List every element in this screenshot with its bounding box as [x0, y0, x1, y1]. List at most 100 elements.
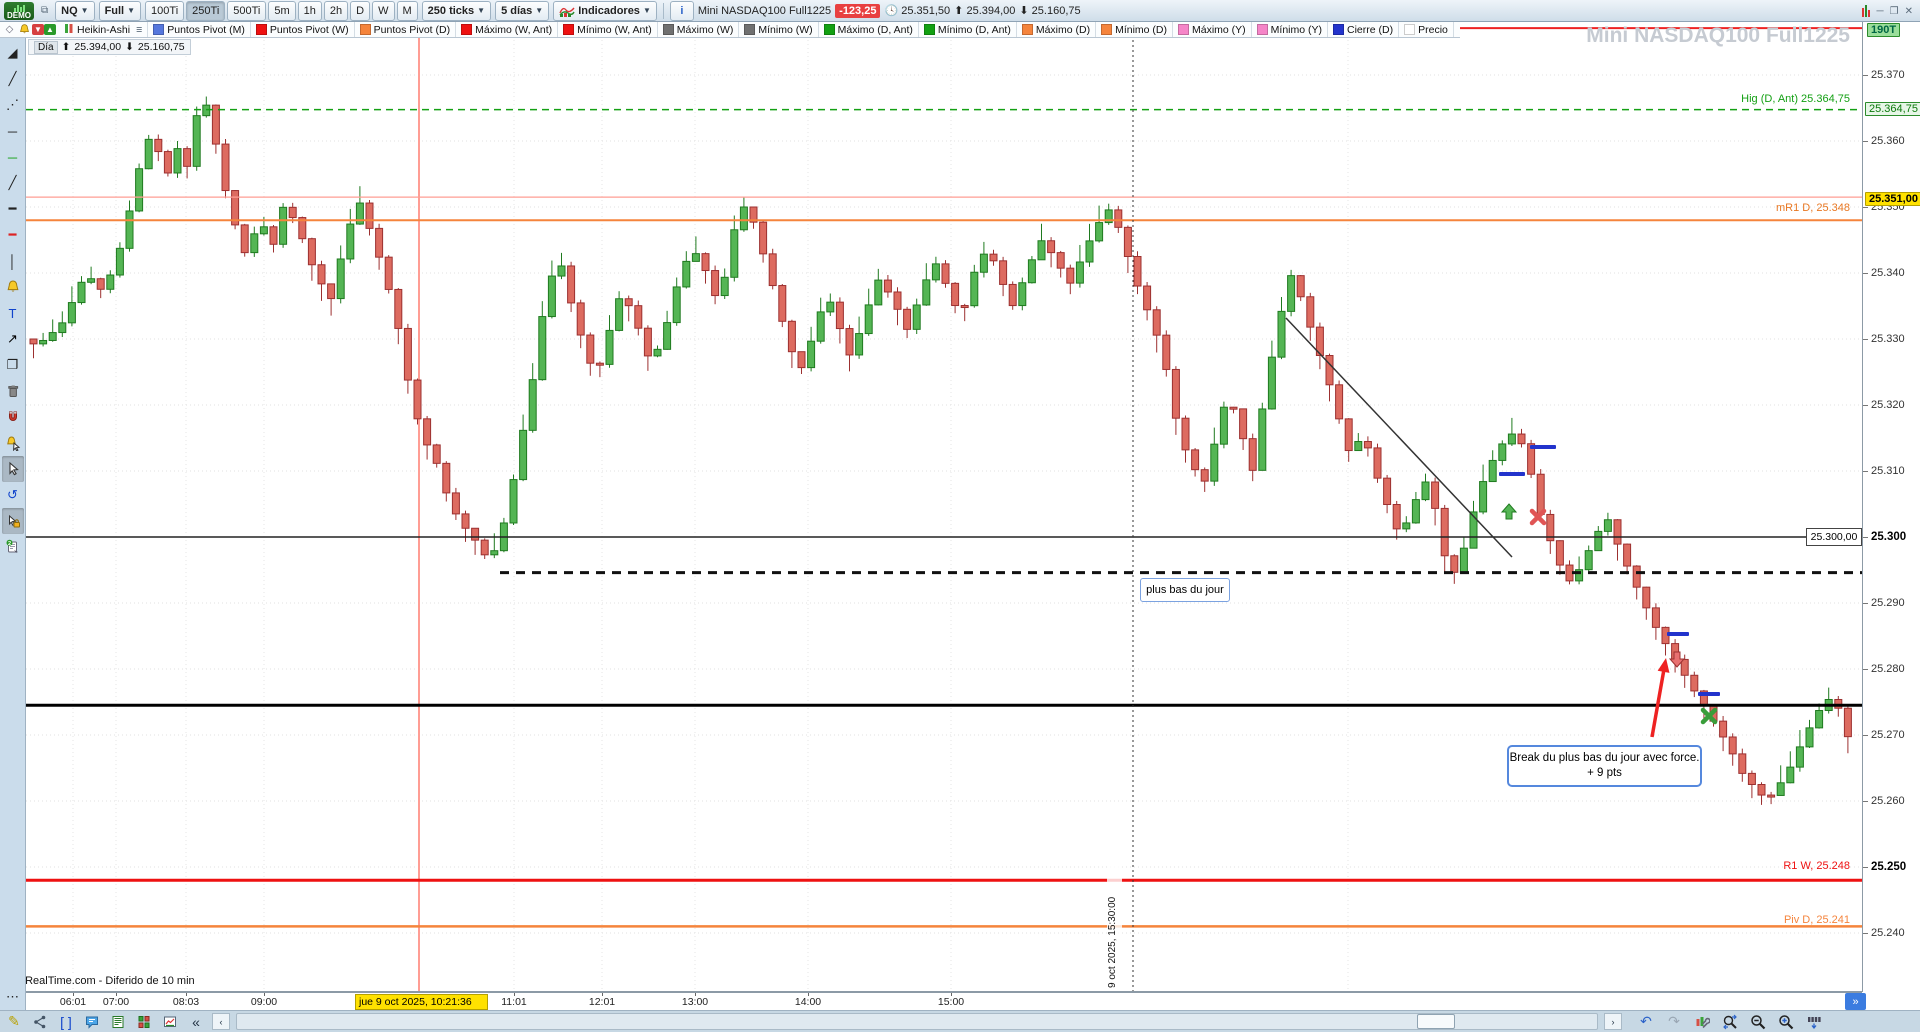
- indicator-chip-puntos-pivot-w-[interactable]: Puntos Pivot (W): [251, 22, 355, 37]
- visible-range-select[interactable]: 5 días ▼: [495, 0, 550, 21]
- indicator-chip-precio[interactable]: Precio: [1399, 22, 1454, 37]
- tick-count-select[interactable]: 250 ticks ▼: [421, 0, 492, 21]
- symbol-select[interactable]: NQ ▼: [55, 0, 95, 21]
- segment-tool-icon[interactable]: ╱: [2, 66, 24, 92]
- indicator-chip-m-ximo-w-ant-[interactable]: Máximo (W, Ant): [456, 22, 559, 37]
- pen-icon[interactable]: ✎: [4, 1013, 24, 1031]
- scroll-left-button[interactable]: ‹: [212, 1013, 230, 1030]
- horizontal-line-tool-icon[interactable]: ━: [2, 196, 24, 222]
- timeframe-button-m[interactable]: M: [396, 0, 418, 21]
- delete-tool-icon[interactable]: [2, 378, 24, 404]
- zoom-in-icon[interactable]: [1776, 1013, 1796, 1031]
- divider: [662, 2, 664, 19]
- scrollbar-thumb[interactable]: [1417, 1014, 1455, 1029]
- indicator-chip-puntos-pivot-d-[interactable]: Puntos Pivot (D): [355, 22, 457, 37]
- entry-dash-marker: [1667, 632, 1689, 636]
- price-axis[interactable]: 25.370 25.360 25.350 25.340 25.330 25.320 25.3…: [1862, 20, 1920, 992]
- contract-select[interactable]: Full ▼: [98, 0, 142, 21]
- day-range-row: Día ⬆ 25.394,00 ⬇ 25.160,75: [28, 39, 191, 55]
- maximize-icon[interactable]: ❐: [1887, 6, 1902, 17]
- chart-settings-icon[interactable]: [1692, 1013, 1712, 1031]
- plus-bas-note[interactable]: plus bas du jour: [1140, 578, 1230, 602]
- price-line-label[interactable]: 25.300,00: [1806, 528, 1862, 546]
- timeframe-button-2h[interactable]: 2h: [323, 0, 349, 21]
- alarm-pointer-tool-icon[interactable]: [2, 430, 24, 456]
- price-tick: [1863, 603, 1868, 604]
- indicator-chip-m-nimo-w-ant-[interactable]: Mínimo (W, Ant): [558, 22, 658, 37]
- lock-cursor-tool-icon[interactable]: [1, 508, 24, 534]
- indicator-chip-m-ximo-d-ant-[interactable]: Máximo (D, Ant): [819, 22, 919, 37]
- scroll-right-button[interactable]: ›: [1604, 1013, 1622, 1030]
- red-horizontal-line-tool-icon[interactable]: ━: [2, 222, 24, 248]
- indicator-chip-m-ximo-d-[interactable]: Máximo (D): [1017, 22, 1097, 37]
- chart-scrollbar[interactable]: [236, 1013, 1598, 1030]
- text-tool-icon[interactable]: T: [2, 300, 24, 326]
- positions-icon[interactable]: [134, 1013, 154, 1031]
- rotate-cursor-tool-icon[interactable]: ↺: [2, 482, 24, 508]
- timeframe-button-w[interactable]: W: [372, 0, 395, 21]
- jump-to-latest-button[interactable]: »: [1845, 993, 1866, 1010]
- link-icon[interactable]: ⧉: [38, 5, 51, 16]
- timeframe-button-1h[interactable]: 1h: [297, 0, 322, 21]
- break-note[interactable]: Break du plus bas du jour avec force. + 9…: [1507, 745, 1702, 787]
- redo-icon[interactable]: ↷: [1664, 1013, 1684, 1031]
- indicator-curves-icon: [559, 7, 575, 17]
- ruler-tool-icon[interactable]: ◢: [2, 40, 24, 66]
- indicator-chip-m-nimo-w-[interactable]: Mínimo (W): [739, 22, 819, 37]
- indicator-chip-puntos-pivot-m-[interactable]: Puntos Pivot (M): [148, 22, 251, 37]
- entry-dash-marker: [1698, 692, 1720, 696]
- day-label[interactable]: Día: [34, 40, 58, 54]
- sell-marker-icon[interactable]: ▼: [32, 24, 44, 35]
- timeframe-button-d[interactable]: D: [350, 0, 371, 21]
- time-axis[interactable]: 06:01 07:00 08:03 09:00 11:01 12:01 13:00 14:00…: [26, 992, 1862, 1011]
- indicator-chip-m-nimo-y-[interactable]: Mínimo (Y): [1252, 22, 1329, 37]
- indicator-chip-m-nimo-d-ant-[interactable]: Mínimo (D, Ant): [919, 22, 1017, 37]
- indicator-chip-m-ximo-w-[interactable]: Máximo (W): [658, 22, 740, 37]
- news-icon[interactable]: [108, 1013, 128, 1031]
- price-tick: [1863, 933, 1868, 934]
- extended-line-tool-icon[interactable]: ⋰: [2, 92, 24, 118]
- copy-tool-icon[interactable]: ❐: [2, 352, 24, 378]
- indicator-chip-m-nimo-d-[interactable]: Mínimo (D): [1096, 22, 1173, 37]
- timeframe-button-5m[interactable]: 5m: [268, 0, 296, 21]
- timeframe-button-500ti[interactable]: 500Ti: [227, 0, 267, 21]
- cursor-tool-icon[interactable]: [1, 456, 24, 482]
- indicator-chip-label: Máximo (W, Ant): [475, 23, 553, 36]
- minimize-icon[interactable]: ─: [1874, 6, 1887, 17]
- oblique-line-tool-icon[interactable]: ╱: [2, 170, 24, 196]
- vertical-time-label: 9 oct 2025, 15:30:00: [1107, 854, 1122, 988]
- magnet-tool-icon[interactable]: [2, 404, 24, 430]
- indicator-chip-label: Puntos Pivot (W): [269, 23, 349, 36]
- green-segment-tool-icon[interactable]: ─: [2, 144, 24, 170]
- more-tools-icon[interactable]: ⋯: [2, 984, 24, 1010]
- horizontal-segment-tool-icon[interactable]: ─: [2, 118, 24, 144]
- alarm-quick-icon[interactable]: [17, 23, 32, 37]
- indicator-chip-m-ximo-y-[interactable]: Máximo (Y): [1173, 22, 1252, 37]
- bar-spacing-icon[interactable]: [1804, 1013, 1824, 1031]
- indicator-chip-cierre-d-[interactable]: Cierre (D): [1328, 22, 1400, 37]
- objects-list-icon[interactable]: 2: [2, 534, 24, 560]
- vertical-line-tool-icon[interactable]: │: [2, 248, 24, 274]
- indicators-button[interactable]: Indicadores ▼: [553, 0, 657, 21]
- alarm-tool-icon[interactable]: [2, 274, 24, 300]
- chart-window-icon[interactable]: [160, 1013, 180, 1031]
- share-icon[interactable]: [30, 1013, 50, 1031]
- entry-dash-marker: [1499, 472, 1525, 476]
- collapse-icon[interactable]: «: [186, 1013, 206, 1031]
- buy-marker-icon[interactable]: ▲: [44, 24, 56, 35]
- zoom-fit-icon[interactable]: [1720, 1013, 1740, 1031]
- instrument-info-icon[interactable]: i: [669, 0, 694, 21]
- legend-menu-icon[interactable]: ≡: [136, 24, 142, 36]
- draw-mode-icon[interactable]: ◇: [2, 23, 17, 37]
- indicator-chip-heikin-ashi[interactable]: Heikin-Ashi ≡: [59, 22, 149, 37]
- close-icon[interactable]: ✕: [1902, 6, 1916, 17]
- zoom-out-icon[interactable]: [1748, 1013, 1768, 1031]
- comment-icon[interactable]: [82, 1013, 102, 1031]
- undo-icon[interactable]: ↶: [1636, 1013, 1656, 1031]
- brackets-icon[interactable]: [ ]: [56, 1013, 76, 1031]
- color-swatch: [461, 24, 473, 35]
- chart-plot-area[interactable]: [26, 20, 1862, 992]
- timeframe-button-100ti[interactable]: 100Ti: [145, 0, 185, 21]
- arrow-tool-icon[interactable]: ↗: [2, 326, 24, 352]
- timeframe-button-250ti[interactable]: 250Ti: [186, 0, 226, 21]
